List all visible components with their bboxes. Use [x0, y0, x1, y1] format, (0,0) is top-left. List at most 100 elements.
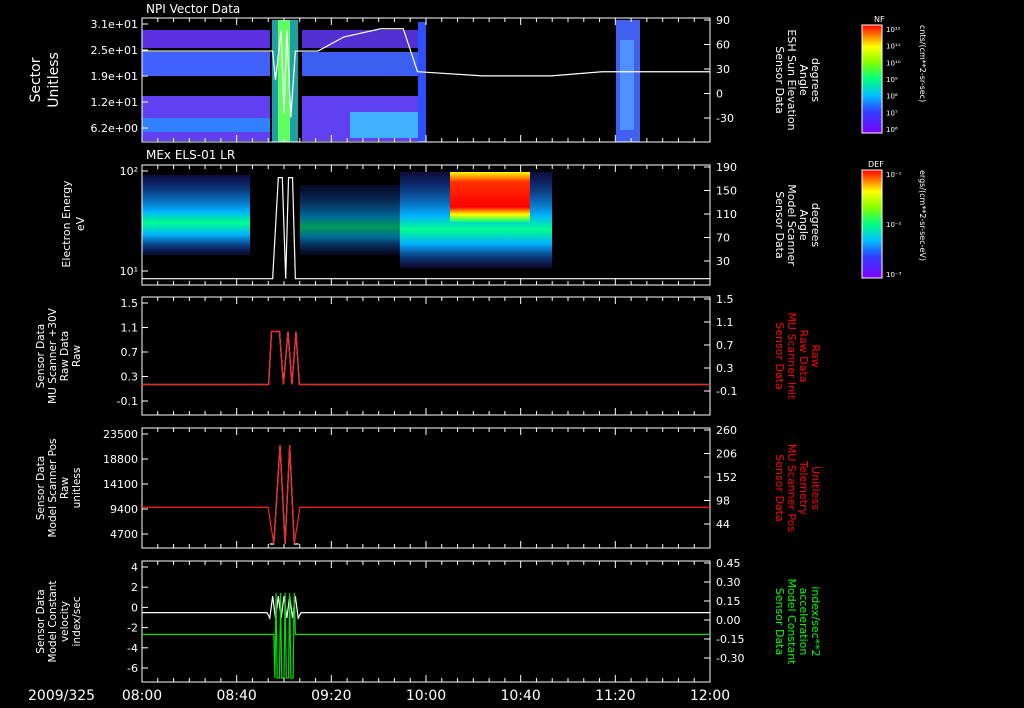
right-label-raw: Raw — [809, 344, 822, 367]
time-tick-label: 08:00 — [122, 688, 162, 704]
right-label-vel: index/sec**2 — [809, 586, 822, 656]
y-tick-label-npi: 3.1e+01 — [91, 18, 138, 31]
colorbar-nf-units: cnts/(cm**2-sr-sec) — [918, 25, 927, 102]
els-title: MEx ELS-01 LR — [146, 148, 235, 162]
npi-band-low4 — [350, 112, 420, 138]
y-tick-label-raw: 0.7 — [121, 346, 139, 359]
series-line-vel-0 — [142, 596, 710, 621]
time-tick-label: 12:00 — [690, 688, 730, 704]
right-label-els: Sensor Data — [773, 191, 786, 258]
right-label-pos: Telemetry — [797, 460, 810, 516]
left-label-vel: velocity — [59, 601, 71, 642]
y-tick-label-vel: 4 — [131, 561, 138, 574]
npi-yunit: Unitless — [46, 52, 62, 108]
y-tick-label-raw: 0.3 — [121, 371, 139, 384]
series-line-pos-1 — [142, 445, 710, 545]
left-label-vel: Model Constant — [47, 580, 59, 662]
colorbar-nf: NF cnts/(cm**2-sr-sec) 10¹²10¹¹10¹⁰10⁹10… — [861, 15, 927, 134]
colorbar-nf-label: NF — [874, 15, 885, 24]
left-label-vel: index/sec — [71, 596, 83, 646]
right-tick-label-npi: 90 — [716, 14, 730, 27]
date-label: 2009/325 — [28, 688, 95, 704]
left-label-vel: Sensor Data — [35, 589, 47, 653]
right-tick-label-els: 110 — [716, 208, 737, 221]
colorbar-tick-label: 10¹⁰ — [886, 59, 901, 67]
right-label-vel: acceleration — [797, 588, 810, 656]
right-label-els: degrees — [809, 203, 822, 248]
right-tick-label-pos: 206 — [716, 448, 737, 461]
series-line-vel-1 — [142, 592, 710, 679]
right-tick-label-vel: 0.15 — [716, 595, 741, 608]
right-tick-label-els: 150 — [716, 185, 737, 198]
left-label-raw: Raw Data — [59, 331, 71, 382]
colorbar-def-bar — [861, 169, 883, 279]
time-tick-label: 11:20 — [595, 688, 635, 704]
colorbar-tick-label: 10⁹ — [886, 76, 898, 84]
right-label-raw: Sensor Data — [773, 322, 786, 389]
right-label-raw: MU Scanner Init — [785, 312, 798, 400]
right-label-raw: Raw Data — [797, 330, 810, 383]
npi-spectrogram — [142, 20, 640, 142]
left-label-pos: Sensor Data — [35, 456, 47, 520]
series-line-raw-0 — [142, 330, 710, 386]
right-tick-label-els: 30 — [716, 255, 730, 268]
npi-edge — [418, 22, 426, 142]
y-tick-label-els: 10² — [120, 165, 138, 178]
right-tick-label-vel: 0.00 — [716, 614, 741, 627]
colorbar-def-label: DEF — [868, 160, 884, 169]
right-tick-label-npi: 30 — [716, 63, 730, 76]
left-label-pos: Model Scanner Pos — [47, 438, 59, 537]
npi-title: NPI Vector Data — [146, 2, 240, 16]
right-label-vel: Model Constant — [785, 579, 798, 666]
y-tick-label-pos: 9400 — [110, 503, 138, 516]
right-label-pos: MU Scanner Pos — [785, 444, 798, 533]
npi-band-low2 — [142, 118, 270, 132]
y-tick-label-pos: 18800 — [103, 453, 138, 466]
right-label-pos: Unitless — [809, 466, 822, 510]
y-tick-label-pos: 23500 — [103, 428, 138, 441]
right-tick-label-npi: 60 — [716, 39, 730, 52]
y-tick-label-vel: -2 — [127, 622, 138, 635]
right-tick-label-raw: 1.1 — [716, 316, 734, 329]
right-label-npi: Sensor Data — [773, 46, 786, 113]
y-tick-label-els: 10¹ — [120, 265, 138, 278]
colorbar-def-ticks: 10⁻¹ 10⁻² 10⁻³ — [886, 171, 902, 279]
colorbar-nf-bar — [861, 24, 883, 134]
left-label-raw: Sensor Data — [35, 324, 47, 388]
y-tick-label-pos: 4700 — [110, 528, 138, 541]
els-spectrogram — [142, 172, 552, 268]
y-tick-label-npi: 6.2e+00 — [91, 122, 138, 135]
right-label-els: Angle — [797, 209, 810, 241]
right-label-els: Model Scanner — [785, 184, 798, 266]
multi-panel-plot: NF cnts/(cm**2-sr-sec) 10¹²10¹¹10¹⁰10⁹10… — [28, 2, 927, 704]
time-tick-label: 10:00 — [406, 688, 446, 704]
right-tick-label-vel: 0.30 — [716, 576, 741, 589]
right-tick-label-pos: 152 — [716, 471, 737, 484]
y-tick-label-npi: 1.9e+01 — [91, 70, 138, 83]
y-tick-label-pos: 14100 — [103, 478, 138, 491]
right-tick-label-raw: 0.3 — [716, 362, 734, 375]
right-tick-label-npi: -30 — [716, 112, 734, 125]
time-tick-label: 10:40 — [500, 688, 540, 704]
left-label-pos: unitless — [71, 468, 83, 509]
left-label-raw: Raw — [71, 345, 83, 367]
panel-frame-pos — [141, 427, 711, 549]
y-tick-label-raw: 1.5 — [121, 297, 139, 310]
right-tick-label-raw: 1.5 — [716, 293, 734, 306]
colorbar-tick-label: 10⁶ — [886, 126, 898, 134]
right-label-npi: degrees — [809, 58, 822, 103]
panel-frame-raw — [141, 296, 711, 416]
npi-band-mid2 — [302, 52, 420, 76]
series-line-raw-1 — [142, 330, 710, 386]
els-ylabel: Electron Energy — [60, 180, 73, 268]
right-tick-label-els: 70 — [716, 232, 730, 245]
left-label-raw: MU Scanner +30V — [47, 307, 59, 404]
right-tick-label-pos: 44 — [716, 518, 730, 531]
y-tick-label-vel: 2 — [131, 581, 138, 594]
colorbar-tick-label: 10⁻¹ — [886, 171, 902, 179]
y-tick-label-vel: -6 — [127, 662, 138, 675]
right-label-npi: Angle — [797, 64, 810, 96]
right-label-vel: Sensor Data — [773, 588, 786, 655]
y-tick-label-vel: 0 — [131, 601, 138, 614]
colorbar-def-units: ergs/(cm**2-sr-sec-eV) — [918, 170, 927, 261]
